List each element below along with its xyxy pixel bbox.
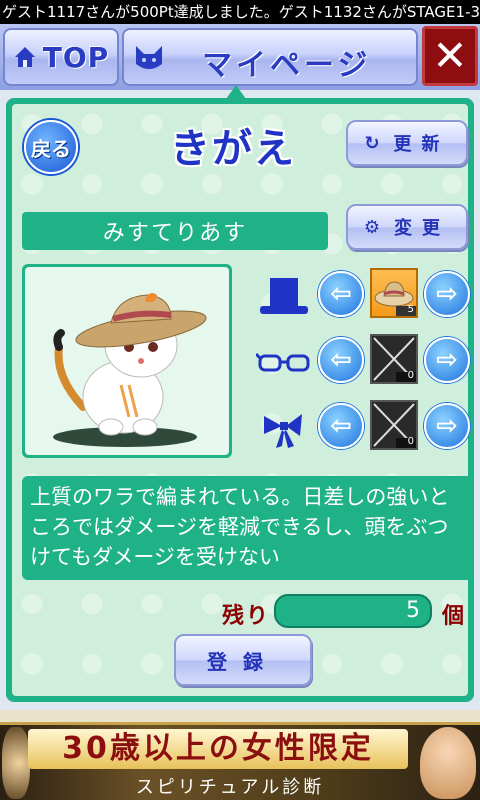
glasses-prev-button[interactable]: ⇦ xyxy=(318,337,364,383)
close-icon: ✕ xyxy=(432,31,468,80)
refresh-icon: ↻ xyxy=(364,132,380,154)
bow-icon xyxy=(264,414,302,448)
equip-row-glasses: ⇦ 0 ⇨ xyxy=(256,334,470,390)
tab-pointer xyxy=(226,85,246,99)
hat-item-slot[interactable]: 5 xyxy=(370,268,418,318)
register-button-label: 登録 xyxy=(207,649,279,674)
equip-row-hat: ⇦ 5 ⇨ xyxy=(256,268,470,324)
change-button-label: 変更 xyxy=(394,218,451,239)
glasses-icon xyxy=(256,352,310,372)
arrow-left-icon: ⇦ xyxy=(330,411,352,441)
top-hat-icon xyxy=(260,278,308,314)
top-navigation: TOP マイページ ✕ xyxy=(0,24,480,90)
ribbon-item-count: 0 xyxy=(407,436,414,447)
character-preview-canvas xyxy=(25,267,229,455)
glasses-item-slot[interactable]: 0 xyxy=(370,334,418,384)
equip-row-ribbon: ⇦ 0 ⇨ xyxy=(256,400,470,456)
dressup-panel: 戻る きがえ ↻ 更新 みすてりあす ⚙ 変更 ⇦ 5 ⇨ ⇦ 0 ⇨ ⇦ 0 … xyxy=(6,98,474,702)
glasses-item-count: 0 xyxy=(407,370,414,381)
dressup-panel-body: 戻る きがえ ↻ 更新 みすてりあす ⚙ 変更 ⇦ 5 ⇨ ⇦ 0 ⇨ ⇦ 0 … xyxy=(12,104,472,696)
refresh-button[interactable]: ↻ 更新 xyxy=(346,120,468,166)
character-preview xyxy=(22,264,232,458)
remaining-label: 残り xyxy=(222,604,271,629)
refresh-button-label: 更新 xyxy=(393,134,450,155)
ribbon-item-slot[interactable]: 0 xyxy=(370,400,418,450)
news-ticker: ゲスト1117さんが500Pt達成しました。ゲスト1132さんがSTAGE1-3 xyxy=(0,0,480,24)
cat-icon xyxy=(136,46,162,69)
page-title: きがえ xyxy=(170,126,296,172)
ad-decoration-left xyxy=(2,727,30,799)
register-button[interactable]: 登録 xyxy=(174,634,312,686)
hat-next-button[interactable]: ⇨ xyxy=(424,271,470,317)
gear-icon: ⚙ xyxy=(363,216,381,238)
character-name-field: みすてりあす xyxy=(22,212,328,250)
ad-banner[interactable]: 30歳以上の女性限定 スピリチュアル診断 xyxy=(0,722,480,800)
back-button-label: 戻る xyxy=(31,136,71,161)
remaining-unit: 個 xyxy=(442,604,465,629)
remaining-count: 5 xyxy=(274,594,432,628)
item-description: 上質のワラで編まれている。日差しの強いところではダメージを軽減できるし、頭をぶつ… xyxy=(22,476,472,580)
ticker-text: ゲスト1117さんが500Pt達成しました。ゲスト1132さんがSTAGE1-3 xyxy=(2,3,480,21)
character-name: みすてりあす xyxy=(102,221,248,246)
ad-subtitle: スピリチュアル診断 xyxy=(135,777,325,798)
glasses-next-button[interactable]: ⇨ xyxy=(424,337,470,383)
ribbon-next-button[interactable]: ⇨ xyxy=(424,403,470,449)
arrow-right-icon: ⇨ xyxy=(436,345,458,375)
cat-avatar xyxy=(53,293,207,447)
arrow-right-icon: ⇨ xyxy=(436,279,458,309)
top-button[interactable]: TOP xyxy=(3,28,119,86)
arrow-left-icon: ⇦ xyxy=(330,345,352,375)
change-button[interactable]: ⚙ 変更 xyxy=(346,204,468,250)
hat-prev-button[interactable]: ⇦ xyxy=(318,271,364,317)
ad-angel-image xyxy=(420,727,476,799)
hat-item-count: 5 xyxy=(407,304,414,315)
top-button-label: TOP xyxy=(42,40,110,74)
back-button[interactable]: 戻る xyxy=(24,120,78,174)
arrow-right-icon: ⇨ xyxy=(436,411,458,441)
arrow-left-icon: ⇦ xyxy=(330,279,352,309)
mypage-tab[interactable]: マイページ xyxy=(122,28,418,86)
ad-title: 30歳以上の女性限定 xyxy=(28,729,408,769)
mypage-tab-label: マイページ xyxy=(202,48,372,83)
close-button[interactable]: ✕ xyxy=(422,26,478,86)
home-icon xyxy=(14,47,35,67)
ribbon-prev-button[interactable]: ⇦ xyxy=(318,403,364,449)
